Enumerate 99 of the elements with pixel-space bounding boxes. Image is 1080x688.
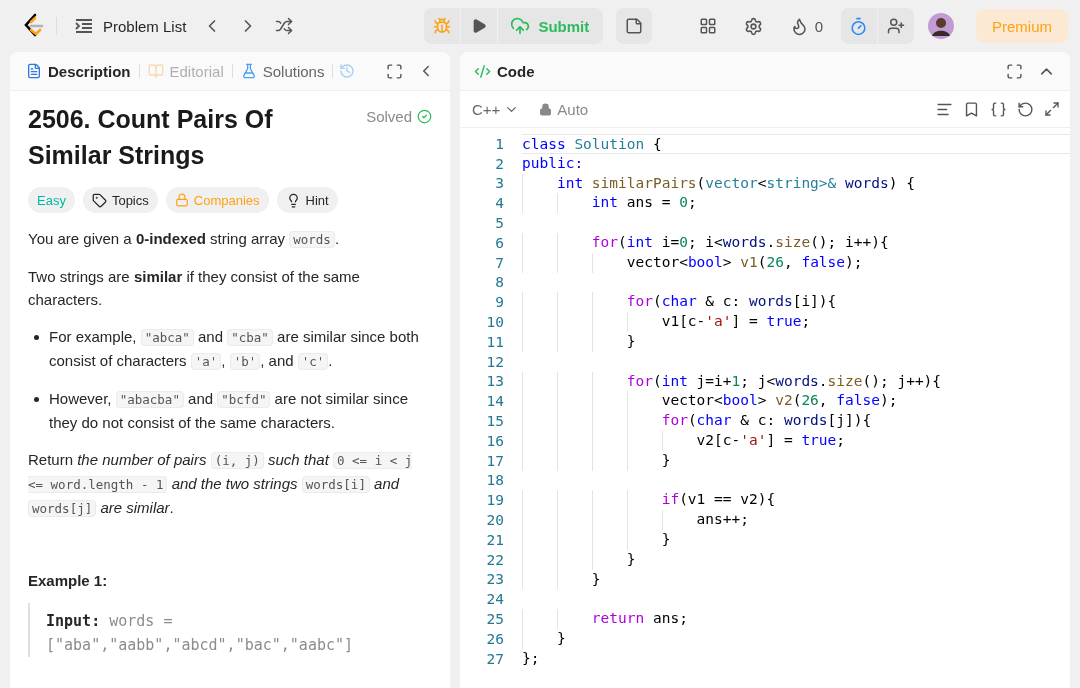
- code-line: for(char & c: words[j]){: [522, 411, 1070, 431]
- avatar[interactable]: [928, 13, 954, 39]
- line-number: 20: [485, 512, 504, 529]
- shuffle-icon: [275, 17, 294, 35]
- braces-icon[interactable]: [990, 100, 1007, 118]
- layout-icon: [698, 17, 717, 35]
- code-line: if(v1 == v2){: [522, 490, 1070, 511]
- code-tab[interactable]: Code: [495, 56, 537, 86]
- bookmark-icon[interactable]: [963, 100, 980, 118]
- line-number: 12: [485, 353, 504, 370]
- line-number: 21: [485, 531, 504, 548]
- tag-icon: [91, 192, 107, 208]
- document-icon: [26, 63, 42, 79]
- line-number: 26: [485, 630, 504, 647]
- note-button[interactable]: [616, 8, 653, 44]
- line-number: 18: [485, 472, 504, 489]
- panel-tab[interactable]: Solutions: [238, 56, 327, 86]
- add-user-icon: [887, 17, 905, 35]
- code-line: for(int j=i+1; j<words.size(); j++){: [522, 371, 1070, 392]
- line-number: 17: [485, 452, 504, 469]
- bug-icon: [433, 17, 452, 35]
- code-line: }: [522, 549, 1070, 570]
- list-icon: [75, 18, 93, 34]
- run-button[interactable]: [461, 8, 498, 44]
- panel-tab[interactable]: Description: [24, 56, 133, 86]
- line-number: 24: [485, 591, 504, 608]
- bullet-icon: [34, 335, 39, 340]
- line-number: 3: [494, 175, 504, 192]
- bullet-text: However, "abacba" and "bcfd" are not similar since they do not consist of the same characters.: [49, 389, 409, 433]
- description-paragraph: Two strings are similar if they consist of the same characters.: [28, 267, 361, 310]
- line-number: 27: [485, 650, 504, 667]
- check-circle-icon: [417, 109, 432, 124]
- code-line: }: [522, 569, 1070, 590]
- play-icon: [471, 18, 488, 34]
- code-line: class Solution {: [522, 134, 1070, 154]
- code-line: }: [522, 450, 1070, 471]
- code-line: vector<bool> v1(26, false);: [522, 252, 1070, 273]
- timer-button[interactable]: [841, 8, 877, 44]
- note-icon: [625, 17, 644, 35]
- flask-icon: [240, 63, 257, 79]
- problem-title: 2506. Count Pairs Of Similar Strings: [28, 104, 274, 171]
- code-line: }: [522, 628, 1070, 649]
- line-number: 10: [485, 314, 504, 331]
- code-line: for(int i=0; i<words.size(); i++){: [522, 233, 1070, 253]
- fullscreen-icon: [1005, 62, 1023, 80]
- code-line: v1[c-'a'] = true;: [522, 312, 1070, 332]
- line-number: 9: [494, 294, 504, 311]
- code-line: }: [522, 529, 1070, 550]
- line-number: 5: [494, 215, 504, 232]
- lock-icon: [539, 102, 553, 116]
- line-number: 7: [494, 254, 504, 271]
- line-number: 2: [494, 155, 504, 172]
- code-line: return ans;: [522, 609, 1070, 629]
- streak-button[interactable]: 0: [783, 8, 829, 44]
- example-block: Input: words = ["aba","aabb","abcd","bac","aabc"]: [28, 603, 432, 657]
- bullet-text: For example, "abca" and "cba" are similar since both consist of characters 'a' , 'b' , and 'c' .: [49, 327, 420, 372]
- problem-list-button[interactable]: Problem List: [69, 10, 193, 42]
- expand-icon[interactable]: [1044, 101, 1060, 117]
- fullscreen-icon: [385, 62, 403, 80]
- code-line: v2[c-'a'] = true;: [522, 430, 1070, 451]
- description-paragraph: You are given a 0-indexed string array words .: [28, 229, 341, 250]
- language-dropdown[interactable]: C++: [470, 100, 522, 118]
- reset-icon[interactable]: [1017, 100, 1034, 118]
- line-number: 13: [485, 373, 504, 390]
- logo-icon[interactable]: [22, 13, 44, 39]
- code-line: for(char & c: words[i]){: [522, 292, 1070, 313]
- hint-tag[interactable]: Hint: [276, 187, 338, 213]
- code-line: int ans = 0;: [522, 193, 1070, 214]
- line-number: 8: [494, 274, 504, 291]
- line-number: 22: [485, 551, 504, 568]
- settings-icon: [744, 16, 764, 36]
- cloud-upload-icon: [510, 16, 531, 36]
- add-user-button[interactable]: [878, 8, 914, 44]
- topics-tag[interactable]: Topics: [82, 187, 158, 213]
- line-number: 25: [485, 611, 504, 627]
- book-icon: [147, 63, 164, 79]
- code-icon: [474, 62, 491, 80]
- timer-icon: [849, 16, 869, 36]
- code-line: };: [522, 648, 541, 668]
- line-number: 19: [485, 492, 504, 509]
- solved-status: Solved: [366, 108, 412, 125]
- code-line: ans++;: [522, 510, 1070, 530]
- line-number: 14: [485, 393, 504, 410]
- code-line: vector<bool> v2(26, false);: [522, 391, 1070, 412]
- bullet-icon: [34, 397, 39, 402]
- example-heading: Example 1:: [28, 572, 109, 589]
- line-number: 15: [485, 413, 504, 430]
- lock-icon: [174, 193, 189, 207]
- line-number: 23: [485, 571, 504, 588]
- auto-mode-label[interactable]: Auto: [557, 100, 589, 118]
- line-number: 6: [494, 234, 504, 251]
- code-line: }: [522, 331, 1070, 352]
- line-number: 1: [494, 135, 504, 152]
- line-number: 4: [494, 195, 504, 212]
- line-number: 16: [485, 432, 504, 449]
- description-paragraph: Return the number of pairs (i, j) such that 0 <= i < j <= word.length - 1 and the two strings words[i] and words[j] are similar.: [28, 450, 414, 519]
- code-line: int similarPairs(vector<string>& words) {: [522, 173, 1070, 194]
- line-number: 11: [485, 333, 504, 350]
- code-line: public:: [522, 153, 585, 173]
